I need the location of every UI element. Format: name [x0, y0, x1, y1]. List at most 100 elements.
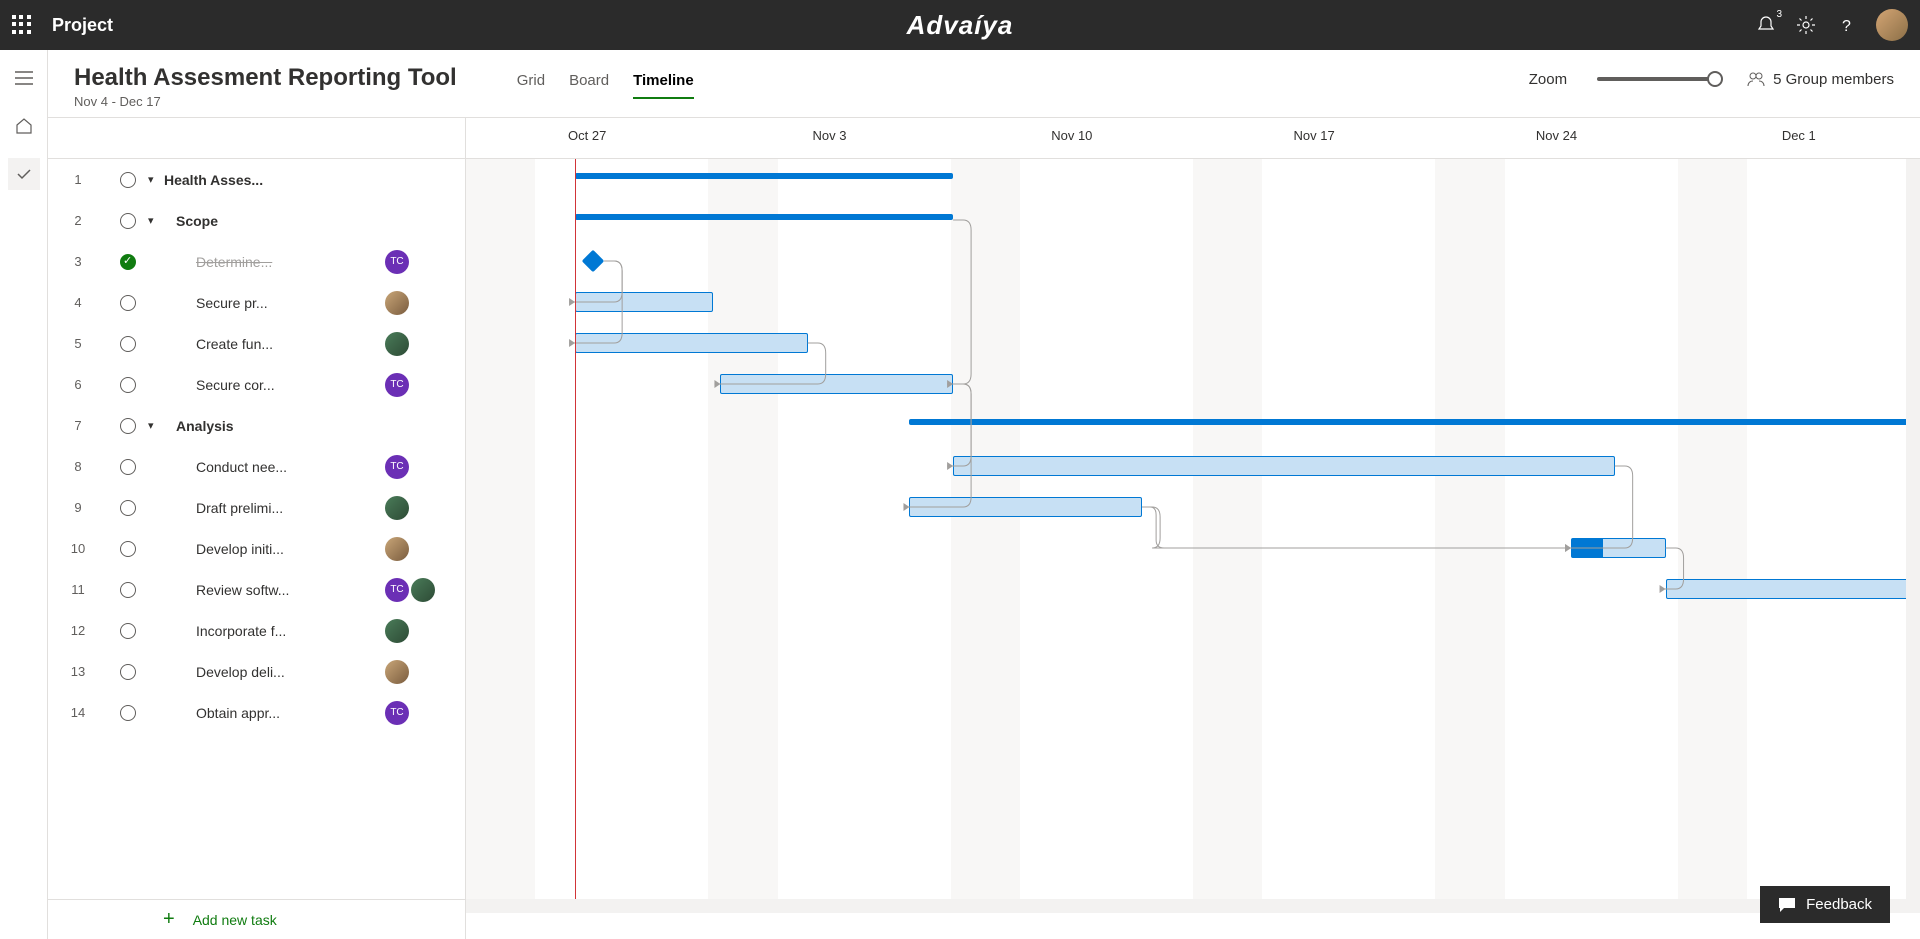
task-complete-checkbox[interactable]: [120, 500, 136, 516]
task-name[interactable]: Conduct nee...: [164, 459, 385, 475]
task-name[interactable]: Scope: [164, 213, 385, 229]
task-bar[interactable]: [575, 292, 713, 312]
task-name[interactable]: Review softw...: [164, 582, 385, 598]
task-complete-checkbox[interactable]: [120, 541, 136, 557]
expand-chevron-icon[interactable]: [148, 461, 164, 473]
task-name[interactable]: Incorporate f...: [164, 623, 385, 639]
task-name[interactable]: Secure cor...: [164, 377, 385, 393]
feedback-button[interactable]: Feedback: [1760, 886, 1890, 923]
expand-chevron-icon[interactable]: [148, 584, 164, 596]
group-members-button[interactable]: 5 Group members: [1747, 70, 1894, 88]
task-complete-checkbox[interactable]: [120, 459, 136, 475]
task-name[interactable]: Analysis: [164, 418, 385, 434]
assignee-avatar[interactable]: TC: [385, 701, 409, 725]
assignee-avatar[interactable]: TC: [385, 455, 409, 479]
notifications-icon[interactable]: 3: [1756, 15, 1776, 35]
task-complete-checkbox[interactable]: [120, 705, 136, 721]
app-launcher-icon[interactable]: [12, 15, 32, 35]
summary-bar[interactable]: [575, 173, 953, 179]
expand-chevron-icon[interactable]: ▾: [148, 173, 164, 186]
expand-chevron-icon[interactable]: [148, 625, 164, 637]
nav-hamburger-icon[interactable]: [8, 62, 40, 94]
task-complete-checkbox[interactable]: [120, 336, 136, 352]
task-complete-checkbox[interactable]: [120, 213, 136, 229]
task-complete-checkbox[interactable]: [120, 254, 136, 270]
expand-chevron-icon[interactable]: [148, 379, 164, 391]
assignee-avatar[interactable]: [385, 496, 409, 520]
expand-chevron-icon[interactable]: [148, 338, 164, 350]
task-bar[interactable]: [953, 456, 1615, 476]
task-row[interactable]: 8 Conduct nee...TC: [48, 446, 465, 487]
task-row[interactable]: 10 Develop initi...: [48, 528, 465, 569]
tab-grid[interactable]: Grid: [517, 72, 545, 99]
task-name[interactable]: Obtain appr...: [164, 705, 385, 721]
task-name[interactable]: Develop initi...: [164, 541, 385, 557]
milestone-marker[interactable]: [582, 250, 605, 273]
assignee-avatar[interactable]: TC: [385, 578, 409, 602]
gantt-chart-area[interactable]: [466, 159, 1920, 899]
summary-bar[interactable]: [909, 419, 1920, 425]
task-name[interactable]: Health Asses...: [164, 172, 385, 188]
task-name[interactable]: Develop deli...: [164, 664, 385, 680]
add-task-label: Add new task: [193, 912, 277, 928]
task-name[interactable]: Draft prelimi...: [164, 500, 385, 516]
task-complete-checkbox[interactable]: [120, 295, 136, 311]
task-row[interactable]: 3 Determine...TC: [48, 241, 465, 282]
assignee-avatar[interactable]: TC: [385, 250, 409, 274]
assignee-avatar[interactable]: [385, 537, 409, 561]
task-name[interactable]: Secure pr...: [164, 295, 385, 311]
task-complete-checkbox[interactable]: [120, 623, 136, 639]
expand-chevron-icon[interactable]: ▾: [148, 419, 164, 432]
tab-timeline[interactable]: Timeline: [633, 72, 694, 99]
expand-chevron-icon[interactable]: [148, 256, 164, 268]
task-row[interactable]: 5 Create fun...: [48, 323, 465, 364]
settings-icon[interactable]: [1796, 15, 1816, 35]
assignee-avatar[interactable]: [411, 578, 435, 602]
gantt-row: [466, 405, 1920, 446]
add-task-button[interactable]: + Add new task: [48, 899, 465, 939]
expand-chevron-icon[interactable]: [148, 707, 164, 719]
task-complete-checkbox[interactable]: [120, 172, 136, 188]
zoom-slider-thumb[interactable]: [1707, 71, 1723, 87]
task-row[interactable]: 4 Secure pr...: [48, 282, 465, 323]
expand-chevron-icon[interactable]: [148, 297, 164, 309]
task-name[interactable]: Determine...: [164, 254, 385, 270]
task-bar[interactable]: [1666, 579, 1920, 599]
task-row[interactable]: 12 Incorporate f...: [48, 610, 465, 651]
task-row[interactable]: 14 Obtain appr...TC: [48, 692, 465, 733]
task-row[interactable]: 9 Draft prelimi...: [48, 487, 465, 528]
task-row[interactable]: 13 Develop deli...: [48, 651, 465, 692]
task-complete-checkbox[interactable]: [120, 418, 136, 434]
assignee-avatar[interactable]: [385, 619, 409, 643]
expand-chevron-icon[interactable]: ▾: [148, 214, 164, 227]
expand-chevron-icon[interactable]: [148, 666, 164, 678]
task-name[interactable]: Create fun...: [164, 336, 385, 352]
task-complete-checkbox[interactable]: [120, 664, 136, 680]
horizontal-scrollbar[interactable]: [466, 899, 1920, 913]
task-bar[interactable]: [1571, 538, 1666, 558]
expand-chevron-icon[interactable]: [148, 543, 164, 555]
task-bar[interactable]: [720, 374, 953, 394]
assignee-avatar[interactable]: [385, 660, 409, 684]
assignee-avatar[interactable]: [385, 291, 409, 315]
assignee-avatar[interactable]: [385, 332, 409, 356]
task-row[interactable]: 1▾Health Asses...: [48, 159, 465, 200]
tab-board[interactable]: Board: [569, 72, 609, 99]
home-icon[interactable]: [8, 110, 40, 142]
task-complete-checkbox[interactable]: [120, 377, 136, 393]
task-bar[interactable]: [575, 333, 808, 353]
summary-bar[interactable]: [575, 214, 953, 220]
help-icon[interactable]: ?: [1836, 15, 1856, 35]
vertical-scrollbar[interactable]: [1906, 159, 1920, 899]
task-row[interactable]: 11 Review softw...TC: [48, 569, 465, 610]
assignee-avatar[interactable]: TC: [385, 373, 409, 397]
task-row[interactable]: 2▾Scope: [48, 200, 465, 241]
checkmark-nav-icon[interactable]: [8, 158, 40, 190]
expand-chevron-icon[interactable]: [148, 502, 164, 514]
task-row[interactable]: 6 Secure cor...TC: [48, 364, 465, 405]
user-avatar[interactable]: [1876, 9, 1908, 41]
task-bar[interactable]: [909, 497, 1142, 517]
task-complete-checkbox[interactable]: [120, 582, 136, 598]
task-row[interactable]: 7▾Analysis: [48, 405, 465, 446]
zoom-slider[interactable]: [1597, 77, 1717, 81]
